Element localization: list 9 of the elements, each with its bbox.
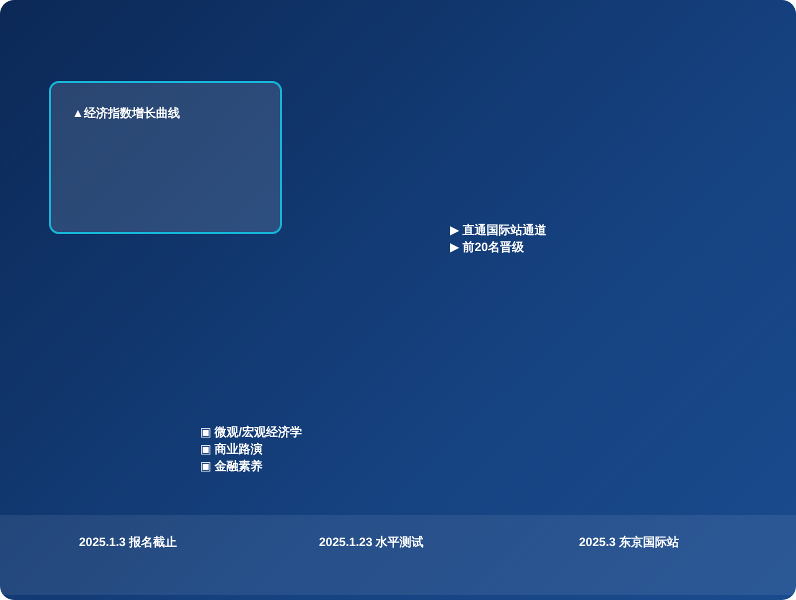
highlight-item: ▶ 直通国际站通道 — [450, 222, 547, 239]
timeline-item: 2025.1.23 水平测试 — [319, 534, 424, 551]
topic-item: ▣ 商业路演 — [200, 441, 264, 458]
highlight-item: ▶ 前20名晋级 — [450, 239, 525, 256]
topic-item: ▣ 金融素养 — [200, 458, 264, 475]
card-title: ▲经济指数增长曲线 — [72, 106, 180, 120]
timeline-item: 2025.1.3 报名截止 — [79, 534, 178, 551]
timeline-item: 2025.3 东京国际站 — [579, 534, 680, 551]
topic-item: ▣ 微观/宏观经济学 — [200, 424, 304, 441]
